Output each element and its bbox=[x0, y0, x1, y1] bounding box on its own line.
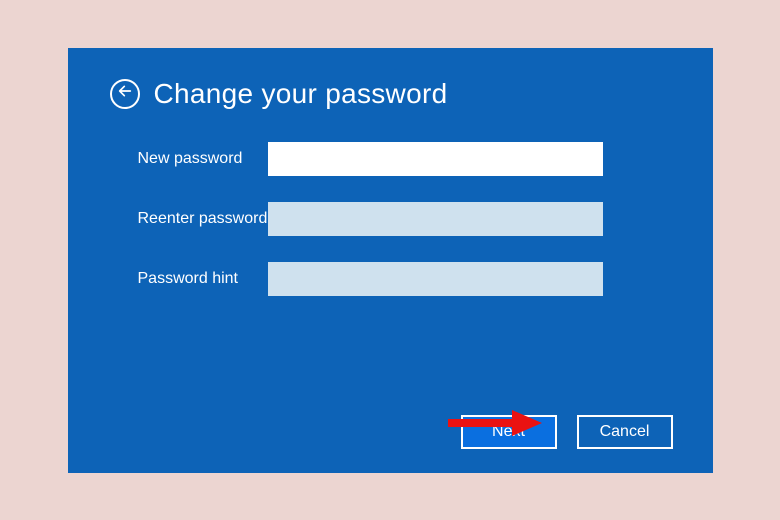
password-hint-label: Password hint bbox=[68, 270, 268, 288]
back-button[interactable] bbox=[110, 79, 140, 109]
password-hint-row: Password hint bbox=[68, 262, 713, 296]
new-password-input[interactable] bbox=[268, 142, 603, 176]
reenter-password-row: Reenter password bbox=[68, 202, 713, 236]
new-password-label: New password bbox=[68, 150, 268, 168]
reenter-password-input[interactable] bbox=[268, 202, 603, 236]
page-title: Change your password bbox=[154, 78, 448, 110]
password-hint-input[interactable] bbox=[268, 262, 603, 296]
change-password-panel: Change your password New password Reente… bbox=[68, 48, 713, 473]
back-arrow-icon bbox=[117, 83, 133, 104]
header: Change your password bbox=[68, 48, 713, 110]
new-password-row: New password bbox=[68, 142, 713, 176]
cancel-button[interactable]: Cancel bbox=[577, 415, 673, 449]
next-button[interactable]: Next bbox=[461, 415, 557, 449]
reenter-password-label: Reenter password bbox=[68, 210, 268, 228]
password-form: New password Reenter password Password h… bbox=[68, 110, 713, 296]
button-bar: Next Cancel bbox=[461, 415, 673, 449]
